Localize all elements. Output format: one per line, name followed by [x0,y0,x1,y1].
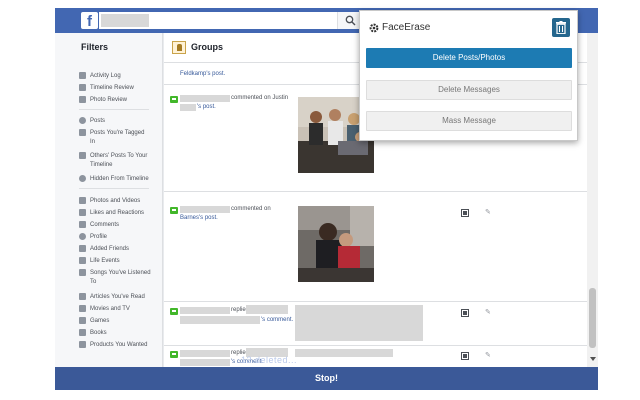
life-event-icon [79,257,86,264]
camera-icon [79,197,86,204]
search-icon [345,15,356,26]
activity-text[interactable]: Feldkamp's post. [180,71,225,77]
screen: f Filters Activity Log Timeline Review P… [0,0,640,400]
filter-posts-tagged-in-cont[interactable]: In [90,139,95,145]
redacted-name [180,95,230,102]
person-icon [79,117,86,124]
music-icon [79,269,86,276]
filter-profile[interactable]: Profile [79,231,107,242]
product-icon [79,341,86,348]
tag-icon [79,129,86,136]
popup-title: FaceErase [382,22,431,33]
trash-button[interactable] [552,18,570,37]
filters-title: Filters [81,42,109,52]
activity-row: replied to 's comment. ✎ [164,347,598,368]
redacted-name [180,307,230,314]
article-icon [79,293,86,300]
activity-text: commented on Justin [231,95,289,101]
filter-added-friends[interactable]: Added Friends [79,243,129,254]
hidden-icon [79,175,86,182]
filter-articles[interactable]: Articles You've Read [79,291,145,302]
comment-activity-icon [170,96,178,103]
delete-messages-button[interactable]: Delete Messages [366,80,572,100]
activity-post-link[interactable]: Barnes's post. [180,215,218,221]
activity-row: replied to 's comment. ✎ [164,303,598,346]
like-icon [79,209,86,216]
redacted-name [101,14,149,27]
edit-pencil-icon[interactable]: ✎ [485,209,492,216]
redacted-name [180,104,196,111]
filter-comments[interactable]: Comments [79,219,119,230]
activity-text: commented on [231,206,271,212]
timeline-icon [79,84,86,91]
facebook-logo-icon[interactable]: f [81,12,98,30]
stop-button[interactable]: Stop! [55,367,598,390]
comment-activity-icon [170,207,178,214]
redacted-name [180,359,230,366]
filter-likes-reactions[interactable]: Likes and Reactions [79,207,144,218]
redacted-comment [295,349,393,357]
edit-pencil-icon[interactable]: ✎ [485,309,492,316]
filter-songs-cont[interactable]: To [90,279,96,285]
movie-icon [79,305,86,312]
filter-life-events[interactable]: Life Events [79,255,120,266]
game-icon [79,317,86,324]
filter-books[interactable]: Books [79,327,107,338]
scrollbar-thumb[interactable] [589,288,596,348]
visibility-icon[interactable] [461,352,469,360]
groups-icon [172,41,186,54]
filter-timeline-review[interactable]: Timeline Review [79,82,134,93]
comments-icon [79,221,86,228]
scroll-down-arrow-icon[interactable] [590,357,596,361]
activity-post-link[interactable]: 's comment. [261,317,293,323]
filter-movies-tv[interactable]: Movies and TV [79,303,130,314]
gear-icon[interactable] [369,23,379,33]
filter-photo-review[interactable]: Photo Review [79,94,127,105]
edit-pencil-icon[interactable]: ✎ [485,352,492,359]
filter-hidden-from-timeline[interactable]: Hidden From Timeline [79,173,149,184]
comment-icon [79,152,86,159]
redacted-comment [295,305,423,341]
redacted-name [180,206,230,213]
clipboard-icon [79,72,86,79]
visibility-icon[interactable] [461,309,469,317]
filter-posts[interactable]: Posts [79,115,105,126]
filter-activity-log[interactable]: Activity Log [79,70,121,81]
post-photo-couple[interactable] [298,206,374,282]
filter-songs[interactable]: Songs You've Listened [79,267,151,278]
reply-activity-icon [170,308,178,315]
redacted-name [246,305,288,314]
filter-photos-videos[interactable]: Photos and Videos [79,195,140,206]
activity-post-link[interactable]: 's post. [197,104,216,110]
filter-products[interactable]: Products You Wanted [79,339,147,350]
redacted-name [180,316,260,324]
couple-photo-image [298,206,374,282]
mass-message-button[interactable]: Mass Message [366,111,572,131]
profile-icon [79,233,86,240]
faceerase-popup: FaceErase Delete Posts/Photos Delete Mes… [359,10,578,141]
groups-title: Groups [191,42,224,52]
book-icon [79,329,86,336]
filter-posts-tagged-in[interactable]: Posts You're Tagged [79,127,144,138]
filter-divider [79,188,149,189]
delete-posts-photos-button[interactable]: Delete Posts/Photos [366,48,572,68]
filter-games[interactable]: Games [79,315,109,326]
filters-sidebar: Filters Activity Log Timeline Review Pho… [55,33,163,368]
trash-icon [556,21,566,34]
filter-divider [79,109,149,110]
filter-others-posts-cont[interactable]: Timeline [90,162,112,168]
reply-activity-icon [170,351,178,358]
friends-icon [79,245,86,252]
activity-row: commented on Barnes's post. ✎ [164,201,598,302]
redacted-name [180,350,230,357]
vertical-scrollbar[interactable] [587,33,598,368]
photo-icon [79,96,86,103]
filter-others-posts[interactable]: Others' Posts To Your [79,150,147,161]
visibility-icon[interactable] [461,209,469,217]
search-input[interactable] [99,12,363,29]
deleted-counter: 12 deleted... [241,355,298,365]
